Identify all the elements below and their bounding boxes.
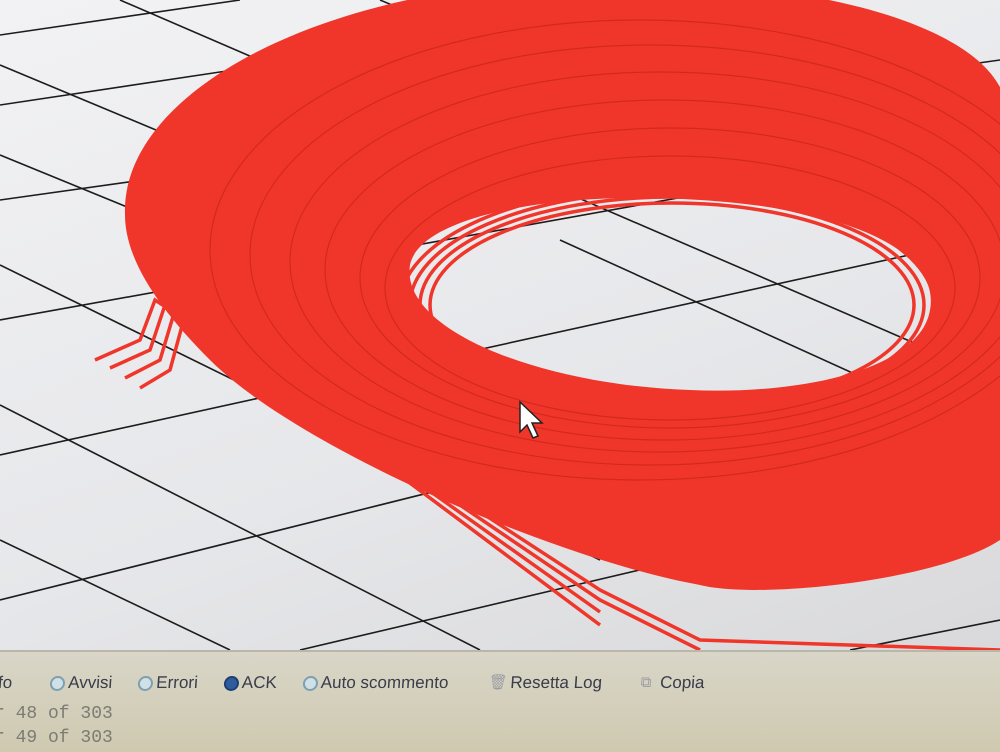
model-ring-body [124,0,1000,590]
radio-icon [302,675,319,691]
log-line: r 48 of 303 [0,704,113,724]
reset-log-button[interactable]: 🗑 Resetta Log [488,673,603,693]
filter-warnings[interactable]: Avvisi [49,673,113,693]
radio-icon [137,675,154,691]
filter-errors[interactable]: Errori [137,673,199,693]
filter-info[interactable]: fo [0,673,13,693]
copy-icon: ⧉ [640,674,653,691]
radio-icon [49,675,66,691]
reset-log-label: Resetta Log [509,673,603,692]
log-toolbar: fo Avvisi Errori ACK Auto scommento 🗑 Res… [0,670,731,696]
log-line: r 49 of 303 [0,728,113,748]
filter-ack[interactable]: ACK [223,673,278,693]
autoscroll-toggle[interactable]: Auto scommento [302,673,449,693]
filter-errors-label: Errori [155,673,199,692]
filter-info-label: fo [0,673,13,692]
filter-ack-label: ACK [241,673,278,692]
copy-label: Copia [659,673,706,692]
build-plate-grid [0,0,1000,650]
autoscroll-label: Auto scommento [320,673,450,692]
filter-warnings-label: Avvisi [67,673,113,692]
3d-print-preview[interactable] [0,0,1000,650]
log-panel: fo Avvisi Errori ACK Auto scommento 🗑 Res… [0,650,1000,752]
trash-icon: 🗑 [487,674,509,691]
radio-checked-icon [223,675,240,691]
copy-button[interactable]: ⧉ Copia [637,673,705,693]
